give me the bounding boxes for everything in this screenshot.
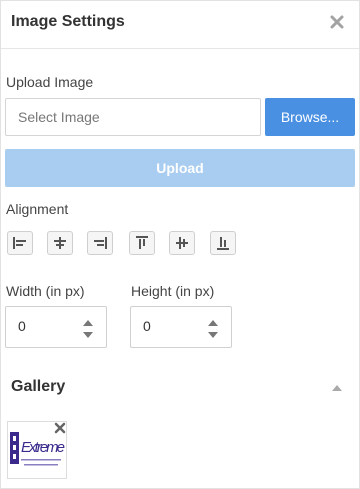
width-input[interactable]: 0 — [5, 306, 107, 348]
height-input[interactable]: 0 — [130, 306, 232, 348]
select-image-input[interactable] — [5, 98, 261, 136]
align-bottom-button[interactable] — [210, 231, 236, 255]
align-right-icon — [94, 237, 107, 249]
align-top-button[interactable] — [129, 231, 155, 255]
upload-image-label: Upload Image — [6, 74, 94, 90]
align-center-icon — [54, 237, 66, 249]
spinner-arrows-icon[interactable] — [82, 318, 94, 340]
browse-button[interactable]: Browse... — [265, 98, 355, 136]
svg-text:Extreme: Extreme — [21, 439, 65, 456]
close-icon[interactable] — [330, 15, 344, 29]
width-label: Width (in px) — [6, 283, 85, 299]
align-right-button[interactable] — [87, 231, 113, 255]
align-middle-icon — [176, 237, 188, 249]
align-top-icon — [136, 236, 148, 249]
align-center-button[interactable] — [47, 231, 73, 255]
remove-image-icon[interactable] — [54, 422, 66, 434]
align-middle-button[interactable] — [169, 231, 195, 255]
caret-up-icon[interactable] — [331, 384, 343, 392]
height-label: Height (in px) — [131, 283, 215, 299]
upload-button[interactable]: Upload — [5, 149, 355, 187]
gallery-title: Gallery — [11, 378, 66, 395]
height-value: 0 — [143, 318, 151, 334]
align-left-button[interactable] — [7, 231, 33, 255]
alignment-label: Alignment — [6, 201, 69, 217]
align-left-icon — [13, 237, 26, 249]
image-settings-panel: Image Settings Upload Image Browse... Up… — [0, 0, 360, 489]
panel-title: Image Settings — [11, 13, 125, 30]
width-value: 0 — [18, 318, 26, 334]
panel-header: Image Settings — [1, 1, 359, 49]
spinner-arrows-icon[interactable] — [207, 318, 219, 340]
align-bottom-icon — [217, 237, 229, 250]
